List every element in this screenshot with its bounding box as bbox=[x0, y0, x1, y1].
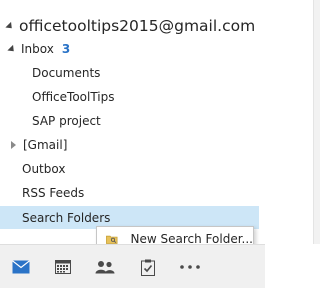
people-icon bbox=[95, 261, 115, 274]
nav-people-button[interactable] bbox=[94, 258, 116, 276]
nav-more-button[interactable] bbox=[179, 258, 201, 276]
folder-label: Search Folders bbox=[22, 210, 111, 225]
expand-arrow-icon[interactable] bbox=[5, 21, 15, 31]
folder-sap-project[interactable]: SAP project bbox=[0, 110, 259, 132]
calendar-icon bbox=[55, 260, 71, 274]
more-icon bbox=[180, 265, 200, 269]
folder-label: RSS Feeds bbox=[22, 186, 85, 200]
folder-label: Inbox bbox=[21, 42, 54, 56]
nav-tasks-button[interactable] bbox=[137, 258, 159, 276]
navigation-bar bbox=[0, 244, 265, 288]
unread-count: 3 bbox=[61, 42, 71, 56]
folder-label: OfficeToolTips bbox=[32, 90, 115, 104]
folder-outbox[interactable]: Outbox bbox=[0, 158, 259, 180]
folder-label: Outbox bbox=[22, 162, 66, 176]
mail-icon bbox=[12, 259, 30, 273]
account-header[interactable]: officetooltips2015@gmail.com bbox=[5, 14, 256, 38]
expand-arrow-icon[interactable] bbox=[7, 44, 17, 54]
folder-label: SAP project bbox=[32, 114, 101, 128]
folder-rss-feeds[interactable]: RSS Feeds bbox=[0, 182, 259, 204]
folder-gmail[interactable]: [Gmail] bbox=[0, 134, 259, 156]
folder-documents[interactable]: Documents bbox=[0, 62, 259, 84]
folder-label: Documents bbox=[32, 66, 101, 80]
folder-label: [Gmail] bbox=[23, 138, 68, 152]
scrollbar[interactable] bbox=[313, 0, 320, 244]
folder-inbox[interactable]: Inbox 3 bbox=[0, 38, 259, 60]
folder-officetooltips[interactable]: OfficeToolTips bbox=[0, 86, 259, 108]
collapse-arrow-icon[interactable] bbox=[11, 141, 16, 149]
nav-calendar-button[interactable] bbox=[52, 258, 74, 276]
tasks-icon bbox=[141, 259, 155, 276]
nav-mail-button[interactable] bbox=[1, 245, 41, 288]
account-email: officetooltips2015@gmail.com bbox=[19, 17, 256, 35]
